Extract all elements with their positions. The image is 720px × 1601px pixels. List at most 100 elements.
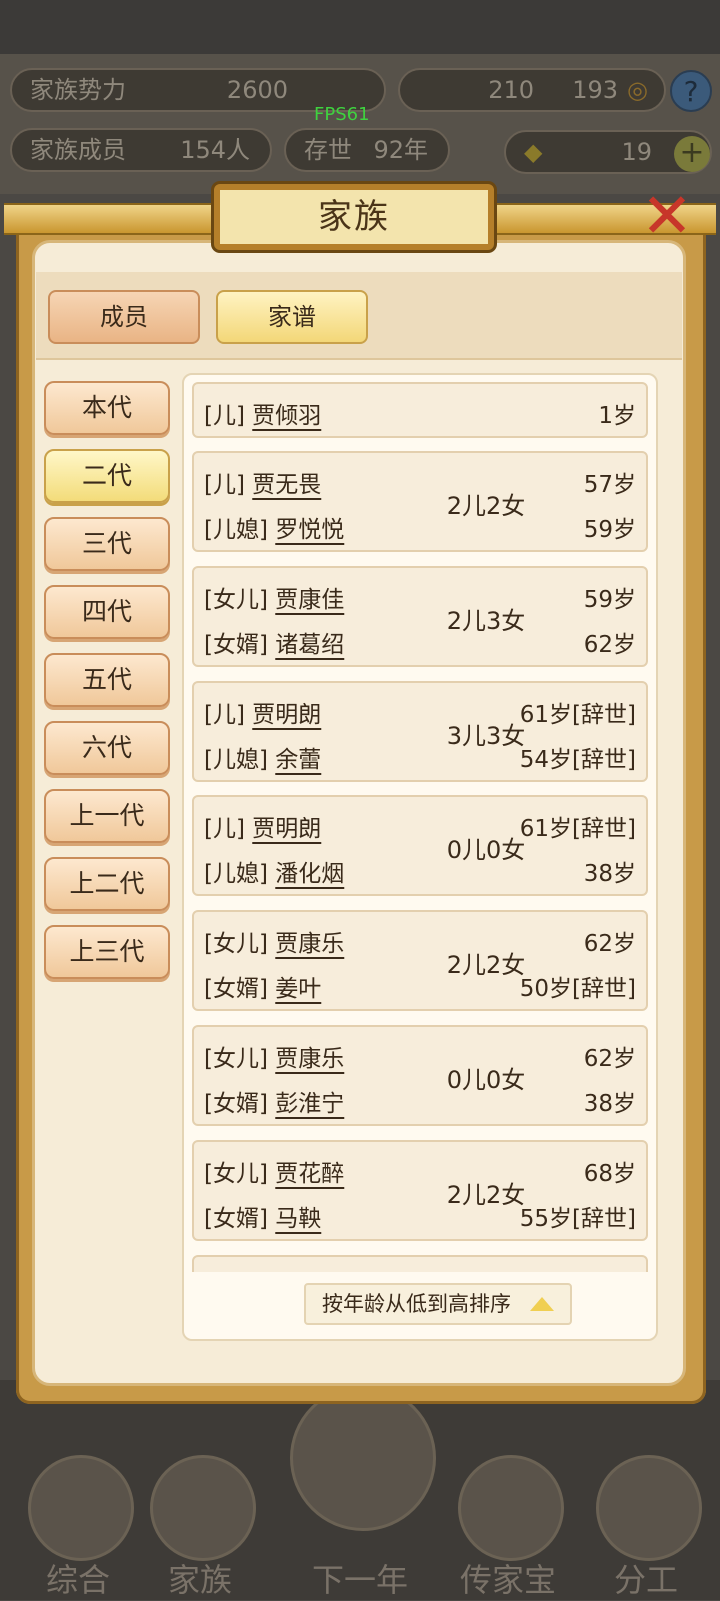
member-age: 1岁 [598,403,636,429]
spouse-age: 55岁[辞世] [519,1206,636,1232]
nav-family-label: 家族 [167,1561,232,1599]
resource-b-value: 193 [572,76,618,104]
spouse-line: [女婿] 诸葛绍 [204,625,344,659]
member-role: [儿] [204,472,245,498]
member-line: [儿] 贾无畏 [204,465,321,499]
gold-ingot-icon: ◆ [524,138,543,166]
spouse-name[interactable]: 彭淮宁 [275,1091,344,1117]
spouse-name[interactable]: 马鞅 [275,1206,321,1232]
gen-prev-one[interactable]: 上一代 [44,789,170,843]
spouse-age: 38岁 [583,1091,636,1117]
list-item[interactable]: [女儿] 贾花醉 68岁 2儿2女 [女婿] 马鞅 55岁[辞世] [192,1140,648,1241]
family-members-pill: 家族成员 154人 [10,128,272,172]
nav-overview-label: 综合 [45,1561,110,1599]
list-item[interactable]: [儿] 贾倾羽 1岁 [192,382,648,438]
member-name[interactable]: 贾康乐 [275,931,344,957]
spouse-line: [儿媳] 余蕾 [204,740,321,774]
spouse-role: [儿媳] [204,517,268,543]
nav-heirloom[interactable]: 传家宝 [448,1445,568,1600]
mountain-icon [290,1385,436,1531]
status-bar [0,0,720,54]
member-age: 61岁[辞世] [519,702,636,728]
gen-prev-three[interactable]: 上三代 [44,925,170,979]
nav-division-label: 分工 [613,1561,678,1599]
member-role: [女儿] [204,1161,268,1187]
spouse-line: [女婿] 姜叶 [204,969,321,1003]
member-line: [儿] 贾明朗 [204,809,321,843]
spouse-role: [女婿] [204,632,268,658]
close-button[interactable]: ✕ [632,184,702,254]
tab-members[interactable]: 成员 [48,290,200,344]
resource-pill: 210 193 ◎ [398,68,666,112]
nav-next-year-label: 下一年 [311,1561,408,1599]
children-count: 2儿3女 [446,607,526,635]
spouse-name[interactable]: 姜叶 [275,976,321,1002]
member-role: [女儿] [204,931,268,957]
heirloom-icon [458,1455,564,1561]
member-age: 61岁[辞世] [519,816,636,842]
member-line: [儿] 贾倾羽 [204,396,321,430]
spouse-age: 50岁[辞世] [519,976,636,1002]
member-name[interactable]: 贾康乐 [275,1046,344,1072]
member-line: [女儿] 贾花醉 [204,1154,344,1188]
nav-next-year[interactable]: 下一年 [290,1385,436,1600]
spouse-name[interactable]: 罗悦悦 [275,517,344,543]
gen-fifth[interactable]: 五代 [44,653,170,707]
member-name[interactable]: 贾无畏 [252,472,321,498]
list-item[interactable]: [女儿] 贾康佳 59岁 2儿3女 [女婿] 诸葛绍 62岁 [192,566,648,667]
member-line: [女儿] 贾康乐 [204,1039,344,1073]
gen-sixth[interactable]: 六代 [44,721,170,775]
spouse-role: [儿媳] [204,861,268,887]
list-item[interactable]: [儿] 贾明朗 61岁[辞世] 3儿3女 [儿媳] 余蕾 54岁[辞世] [192,681,648,782]
list-item[interactable] [192,1255,648,1272]
years-pill: 存世 92年 [284,128,450,172]
gen-second[interactable]: 二代 [44,449,170,503]
nav-heirloom-label: 传家宝 [459,1561,556,1599]
bottom-nav: 综合 家族 下一年 传家宝 分工 [0,1385,720,1600]
family-power-label: 家族势力 [30,76,126,104]
list-item[interactable]: [儿] 贾无畏 57岁 2儿2女 [儿媳] 罗悦悦 59岁 [192,451,648,552]
dialog-title: 家族 [214,184,494,250]
member-role: [儿] [204,702,245,728]
spouse-line: [女婿] 彭淮宁 [204,1084,344,1118]
member-name[interactable]: 贾倾羽 [252,403,321,429]
member-name[interactable]: 贾明朗 [252,816,321,842]
spouse-role: [女婿] [204,976,268,1002]
spouse-name[interactable]: 诸葛绍 [275,632,344,658]
family-tree-list[interactable]: [儿] 贾倾羽 1岁 [儿] 贾无畏 57岁 2儿2女 [儿媳] 罗悦悦 59岁… [192,380,650,1272]
gen-fourth[interactable]: 四代 [44,585,170,639]
member-name[interactable]: 贾康佳 [275,587,344,613]
add-gold-button[interactable]: + [674,136,710,172]
tab-family-tree[interactable]: 家谱 [216,290,368,344]
member-name[interactable]: 贾花醉 [275,1161,344,1187]
help-button[interactable]: ? [670,70,712,112]
fps-counter: FPS61 [314,104,370,125]
list-item[interactable]: [女儿] 贾康乐 62岁 0儿0女 [女婿] 彭淮宁 38岁 [192,1025,648,1126]
gen-current[interactable]: 本代 [44,381,170,435]
nav-family[interactable]: 家族 [140,1445,260,1600]
member-age: 62岁 [583,931,636,957]
member-role: [儿] [204,816,245,842]
children-count: 0儿0女 [446,836,526,864]
spouse-line: [儿媳] 罗悦悦 [204,510,344,544]
member-line: [女儿] 贾康佳 [204,580,344,614]
spouse-age: 38岁 [583,861,636,887]
member-role: [儿] [204,403,245,429]
family-members-value: 154人 [180,136,250,164]
nav-division[interactable]: 分工 [586,1445,706,1600]
nav-overview[interactable]: 综合 [18,1445,138,1600]
gen-third[interactable]: 三代 [44,517,170,571]
spouse-name[interactable]: 潘化烟 [275,861,344,887]
list-item[interactable]: [儿] 贾明朗 61岁[辞世] 0儿0女 [儿媳] 潘化烟 38岁 [192,795,648,896]
member-age: 62岁 [583,1046,636,1072]
list-item[interactable]: [女儿] 贾康乐 62岁 2儿2女 [女婿] 姜叶 50岁[辞世] [192,910,648,1011]
spouse-age: 54岁[辞世] [519,747,636,773]
coin-icon: ◎ [627,76,648,104]
spouse-name[interactable]: 余蕾 [275,747,321,773]
sort-by-age-button[interactable]: 按年龄从低到高排序 [304,1283,572,1325]
person-icon [596,1455,702,1561]
spouse-line: [女婿] 马鞅 [204,1199,321,1233]
gen-prev-two[interactable]: 上二代 [44,857,170,911]
member-name[interactable]: 贾明朗 [252,702,321,728]
resource-a-value: 210 [488,76,534,104]
